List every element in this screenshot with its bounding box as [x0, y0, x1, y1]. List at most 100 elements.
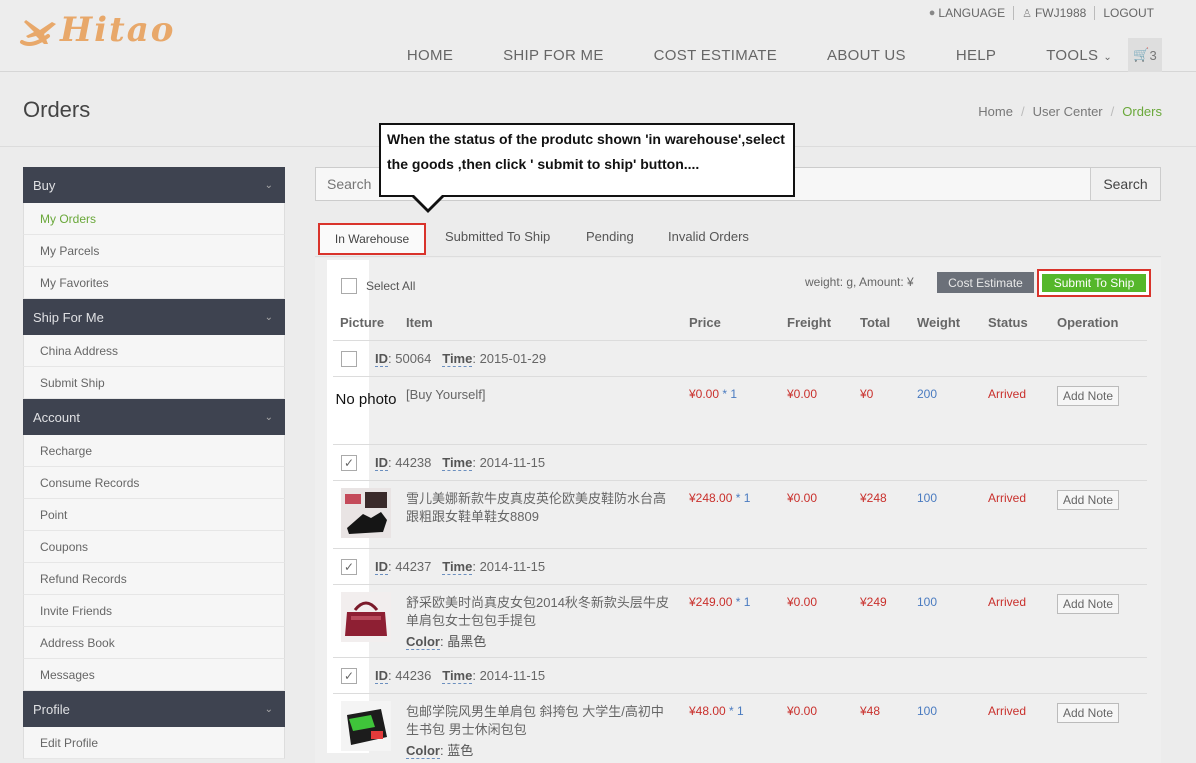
site-header: Hitao ● LANGUAGE ♙ FWJ1988 LOGOUT HOME S… — [0, 0, 1196, 72]
nav-home[interactable]: HOME — [407, 47, 453, 64]
order-checkbox[interactable]: ✓ — [341, 455, 357, 471]
logout-link[interactable]: LOGOUT — [1095, 6, 1162, 20]
sidebar-item-point[interactable]: Point — [23, 499, 285, 531]
product-thumbnail[interactable] — [341, 701, 391, 751]
sidebar-item-recharge[interactable]: Recharge — [23, 435, 285, 467]
order-checkbox[interactable] — [341, 351, 357, 367]
item-price: ¥0.00 * 1 — [689, 387, 738, 401]
item-price: ¥248.00 * 1 — [689, 491, 751, 505]
sidebar-item-my-orders[interactable]: My Orders — [23, 203, 285, 235]
order-checkbox[interactable]: ✓ — [341, 559, 357, 575]
cost-estimate-button[interactable]: Cost Estimate — [937, 272, 1034, 293]
item-status: Arrived — [988, 491, 1027, 505]
top-utility-bar: ● LANGUAGE ♙ FWJ1988 LOGOUT — [921, 6, 1162, 20]
item-name[interactable]: 包邮学院风男生单肩包 斜挎包 大学生/高初中生书包 男士休闲包包 — [406, 703, 676, 739]
product-thumbnail[interactable] — [341, 592, 391, 642]
item-name[interactable]: 雪儿美娜新款牛皮真皮英伦欧美皮鞋防水台高跟粗跟女鞋单鞋女8809 — [406, 490, 676, 526]
item-total: ¥48 — [860, 704, 881, 718]
item-freight: ¥0.00 — [787, 387, 818, 401]
breadcrumb-home[interactable]: Home — [978, 104, 1013, 119]
item-status: Arrived — [988, 595, 1027, 609]
sidebar-item-edit-profile[interactable]: Edit Profile — [23, 727, 285, 759]
nav-cost-estimate[interactable]: COST ESTIMATE — [654, 47, 777, 64]
callout-pointer-fill — [413, 194, 443, 209]
select-all-checkbox[interactable] — [341, 278, 357, 294]
sidebar: Buy ⌄ My Orders My Parcels My Favorites S… — [23, 167, 285, 759]
chevron-down-icon: ⌄ — [264, 311, 273, 323]
sidebar-item-china-address[interactable]: China Address — [23, 335, 285, 367]
item-name[interactable]: 舒采欧美时尚真皮女包2014秋冬新款头层牛皮单肩包女士包包手提包 — [406, 594, 676, 630]
row-divider — [333, 548, 1147, 549]
row-divider — [333, 480, 1147, 481]
column-header-total: Total — [860, 315, 891, 330]
sidebar-item-invite-friends[interactable]: Invite Friends — [23, 595, 285, 627]
column-header-item: Item — [406, 315, 433, 330]
order-id-line: ID: 44237 Time: 2014-11-15 — [375, 559, 546, 575]
row-divider — [333, 657, 1147, 658]
column-header-operation: Operation — [1057, 315, 1119, 330]
sidebar-item-messages[interactable]: Messages — [23, 659, 285, 691]
page-title: Orders — [23, 97, 91, 122]
add-note-button[interactable]: Add Note — [1057, 594, 1119, 614]
item-freight: ¥0.00 — [787, 704, 818, 718]
add-note-button[interactable]: Add Note — [1057, 386, 1119, 406]
search-button[interactable]: Search — [1090, 168, 1160, 200]
nav-about-us[interactable]: ABOUT US — [827, 47, 906, 64]
order-tabs: In Warehouse Submitted To Ship Pending I… — [315, 221, 1161, 257]
sidebar-item-submit-ship[interactable]: Submit Ship — [23, 367, 285, 399]
tab-in-warehouse[interactable]: In Warehouse — [318, 223, 426, 255]
submit-highlight: Submit To Ship — [1037, 269, 1151, 297]
row-divider — [333, 584, 1147, 585]
plane-icon — [20, 20, 56, 46]
sidebar-group-profile[interactable]: Profile ⌄ — [23, 691, 285, 727]
tab-invalid-orders[interactable]: Invalid Orders — [668, 229, 749, 244]
sidebar-item-my-parcels[interactable]: My Parcels — [23, 235, 285, 267]
chevron-down-icon: ⌄ — [1103, 51, 1112, 63]
breadcrumb-separator: / — [1020, 104, 1025, 119]
tab-submitted-to-ship[interactable]: Submitted To Ship — [445, 229, 550, 244]
item-name[interactable]: [Buy Yourself] — [406, 386, 676, 404]
nav-help[interactable]: HELP — [956, 47, 996, 64]
item-color: Color: 晶黑色 — [406, 634, 487, 650]
sidebar-group-account[interactable]: Account ⌄ — [23, 399, 285, 435]
item-weight: 100 — [917, 491, 938, 505]
instruction-callout: When the status of the produtc shown 'in… — [379, 123, 795, 197]
order-id-line: ID: 44238 Time: 2014-11-15 — [375, 455, 546, 471]
select-all-label: Select All — [366, 279, 416, 293]
column-header-price: Price — [689, 315, 721, 330]
breadcrumb-orders: Orders — [1122, 104, 1162, 119]
nav-tools[interactable]: TOOLS ⌄ — [1046, 47, 1112, 64]
sidebar-group-ship-for-me[interactable]: Ship For Me ⌄ — [23, 299, 285, 335]
cart-button[interactable]: 🛒 3 — [1128, 38, 1162, 72]
item-weight: 200 — [917, 387, 938, 401]
column-header-weight: Weight — [917, 315, 961, 330]
cart-icon: 🛒 — [1133, 47, 1150, 62]
row-divider — [333, 444, 1147, 445]
nav-ship-for-me[interactable]: SHIP FOR ME — [503, 47, 604, 64]
sidebar-item-consume-records[interactable]: Consume Records — [23, 467, 285, 499]
sidebar-item-address-book[interactable]: Address Book — [23, 627, 285, 659]
sidebar-group-buy[interactable]: Buy ⌄ — [23, 167, 285, 203]
item-color: Color: 蓝色 — [406, 743, 474, 759]
breadcrumb-user-center[interactable]: User Center — [1033, 104, 1103, 119]
sidebar-item-coupons[interactable]: Coupons — [23, 531, 285, 563]
site-logo[interactable]: Hitao — [18, 10, 178, 52]
add-note-button[interactable]: Add Note — [1057, 490, 1119, 510]
user-link[interactable]: ♙ FWJ1988 — [1014, 6, 1094, 20]
sidebar-item-my-favorites[interactable]: My Favorites — [23, 267, 285, 299]
item-weight: 100 — [917, 704, 938, 718]
add-note-button[interactable]: Add Note — [1057, 703, 1119, 723]
product-thumbnail[interactable] — [341, 488, 391, 538]
user-icon: ♙ — [1022, 7, 1032, 20]
tab-pending[interactable]: Pending — [586, 229, 634, 244]
globe-icon: ● — [928, 7, 936, 19]
item-status: Arrived — [988, 704, 1027, 718]
order-id-line: ID: 50064 Time: 2015-01-29 — [375, 351, 547, 367]
submit-to-ship-button[interactable]: Submit To Ship — [1042, 274, 1146, 292]
language-link[interactable]: ● LANGUAGE — [921, 6, 1013, 20]
cart-count: 3 — [1149, 47, 1157, 63]
item-total: ¥0 — [860, 387, 874, 401]
item-price: ¥48.00 * 1 — [689, 704, 744, 718]
sidebar-item-refund-records[interactable]: Refund Records — [23, 563, 285, 595]
order-checkbox[interactable]: ✓ — [341, 668, 357, 684]
